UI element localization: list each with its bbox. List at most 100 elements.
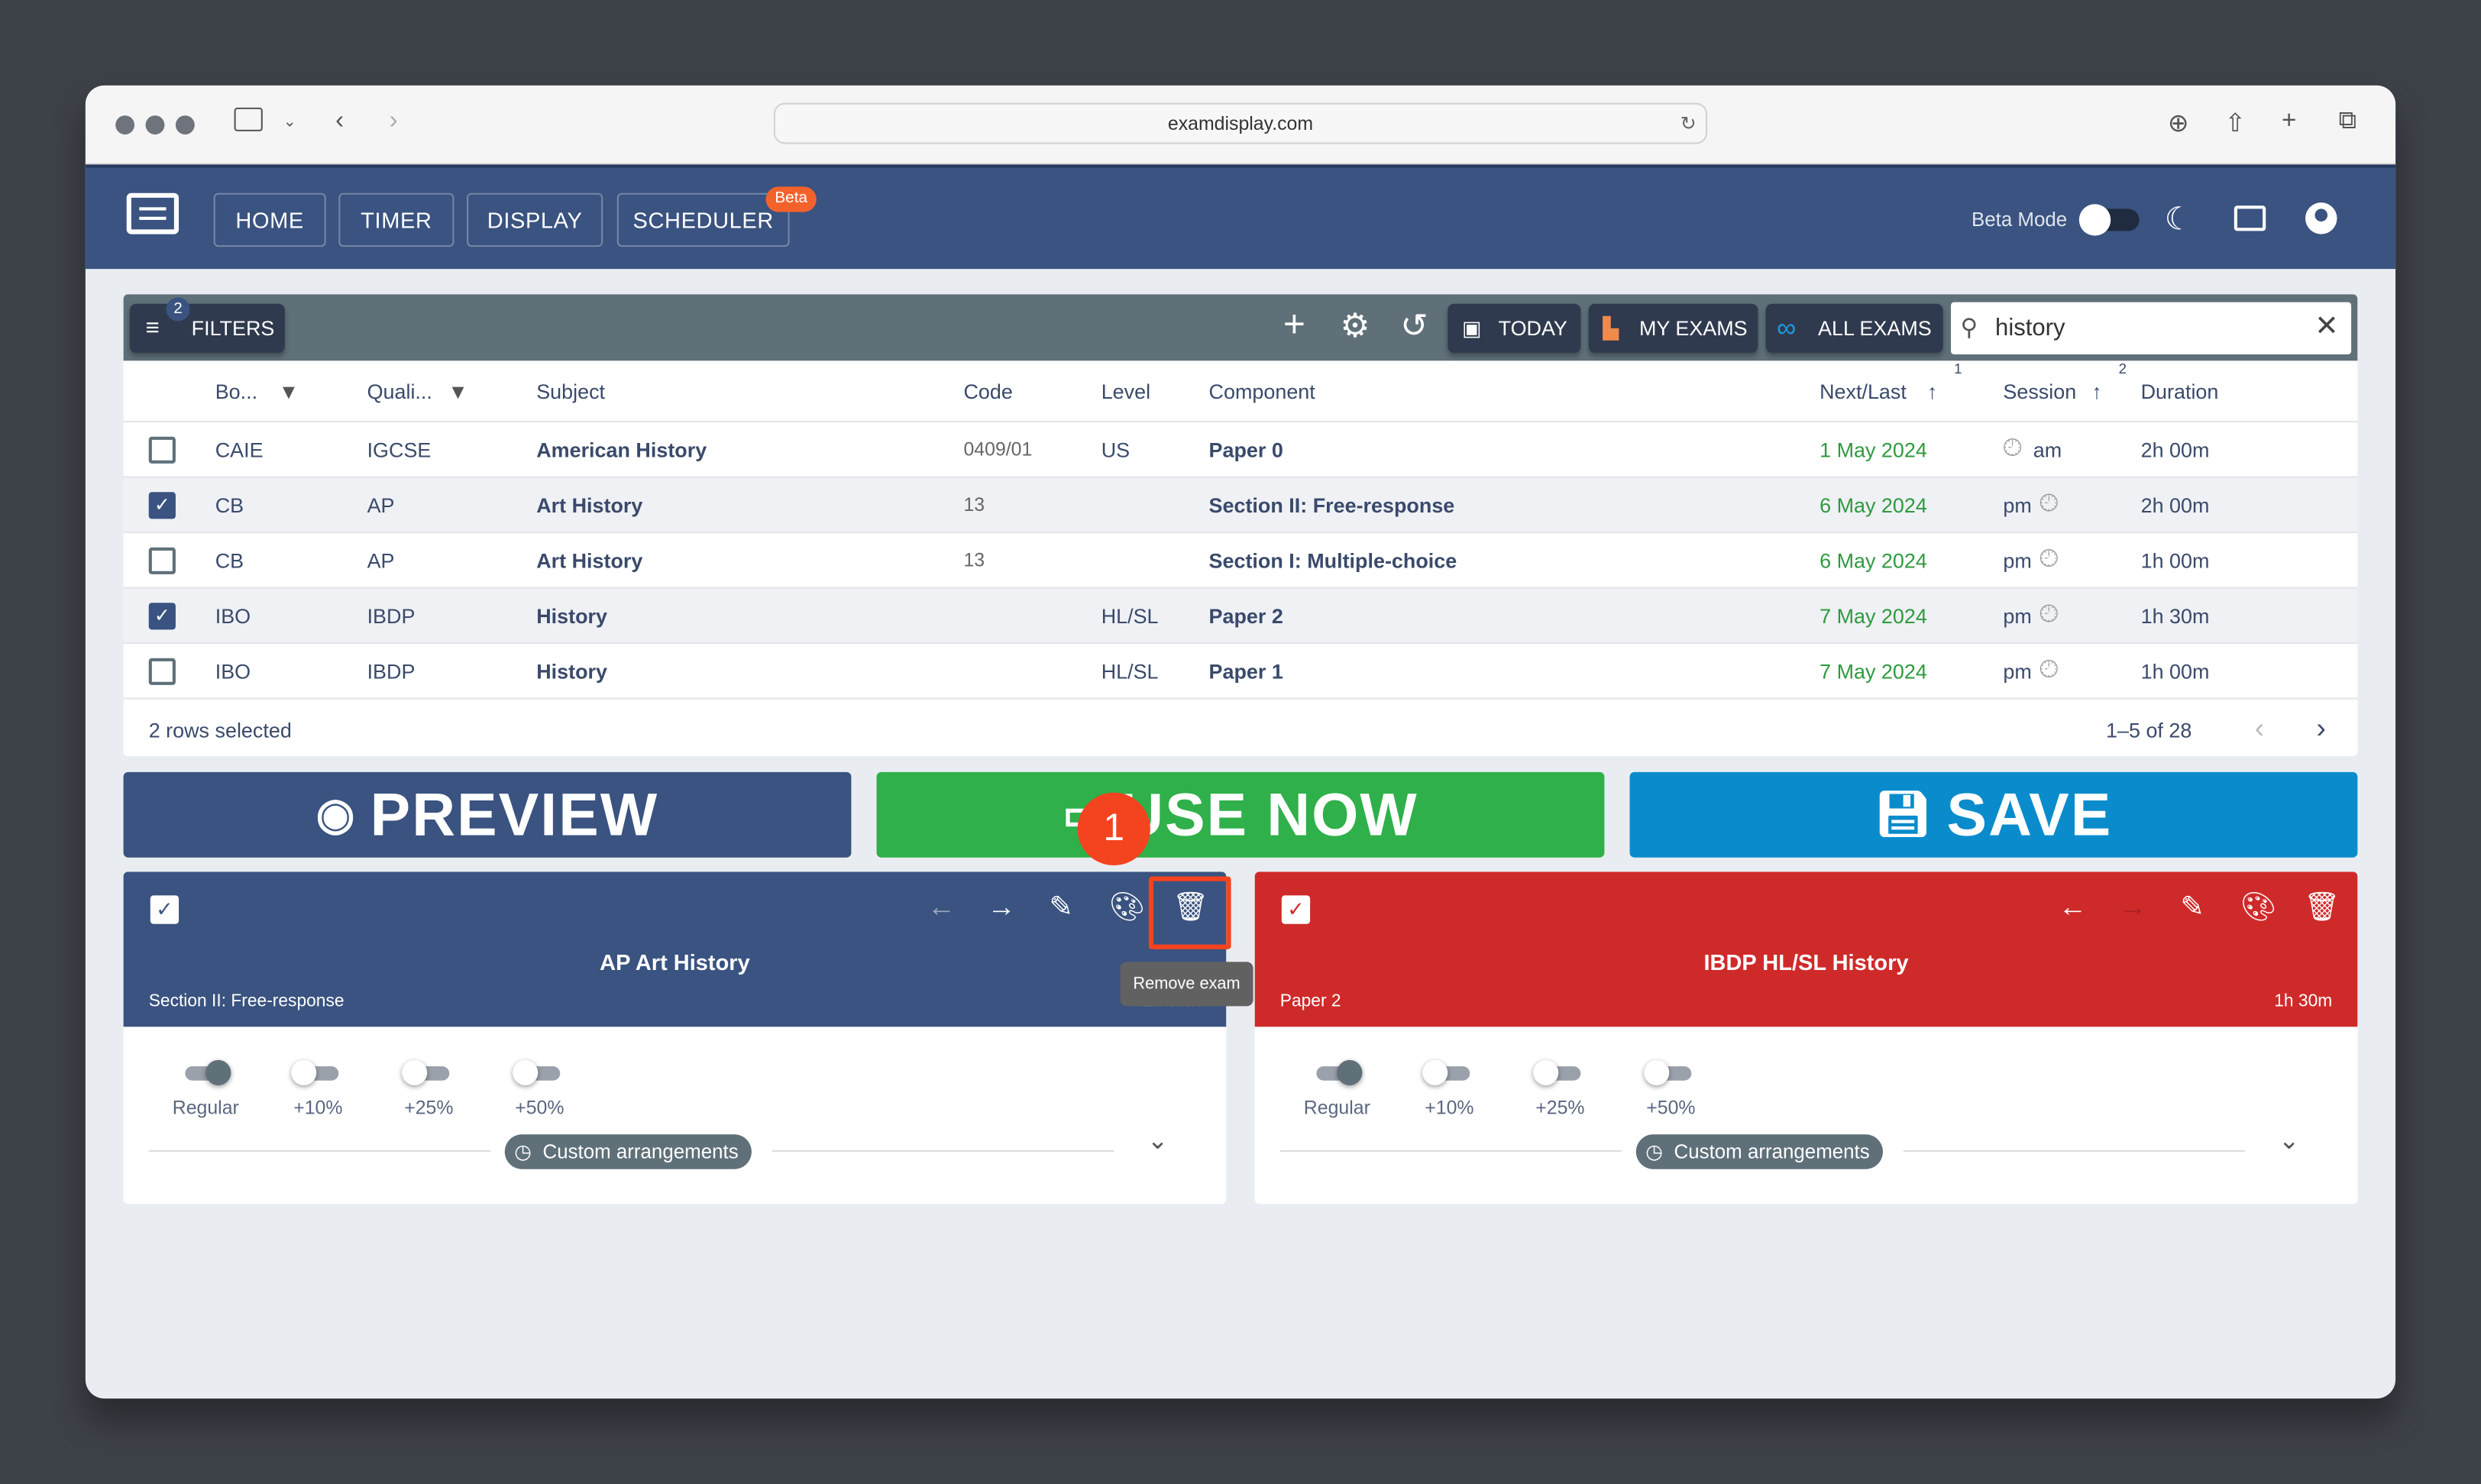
time-option-toggle[interactable] [185,1059,232,1085]
custom-arrangements-button[interactable]: ◷ Custom arrangements [1635,1134,1883,1169]
cell-session: pm [2003,548,2032,573]
nav-timer[interactable]: TIMER [338,192,454,247]
search-input[interactable]: ⚲ history ✕ [1951,302,2352,354]
filter-icon[interactable]: ▼ [279,380,299,403]
share-icon[interactable]: ⇧ [2224,108,2246,139]
time-option-toggle[interactable] [1533,1059,1583,1085]
sort-ascending-icon[interactable]: ↑ [1927,380,1937,403]
next-page-icon[interactable]: › [2317,712,2326,745]
nav-display[interactable]: DISPLAY [467,192,603,247]
column-board[interactable]: Bo... [215,380,257,403]
download-icon[interactable]: ⊕ [2168,108,2189,139]
beta-mode-label: Beta Mode [1971,209,2068,231]
expand-chevron-icon[interactable]: ⌄ [1147,1125,1169,1156]
new-tab-icon[interactable]: + [2282,108,2296,136]
back-icon[interactable]: ‹ [335,108,344,136]
palette-icon[interactable]: 🎨︎ [2240,891,2276,923]
time-option-label: +25% [404,1096,454,1119]
move-right-icon[interactable]: → [2119,891,2147,923]
time-option-toggle[interactable] [1644,1059,1694,1085]
trash-icon[interactable]: 🗑︎ [2304,891,2340,923]
expand-chevron-icon[interactable]: ⌄ [2279,1125,2300,1156]
exam-card-checkbox[interactable]: ✓ [150,895,180,924]
time-option-toggle[interactable] [513,1059,563,1085]
time-option-label: Regular [1303,1096,1370,1119]
gear-icon[interactable]: ⚙ [1340,307,1370,347]
filter-list-icon: ≡ [145,315,160,342]
time-option-toggle[interactable] [291,1059,341,1085]
minimize-window-button[interactable] [145,115,165,135]
sidebar-toggle-icon[interactable] [234,107,263,131]
forward-icon[interactable]: › [390,108,398,136]
time-option-toggle[interactable] [1316,1059,1363,1085]
close-window-button[interactable] [115,115,135,135]
cell-duration: 1h 30m [2140,604,2210,629]
move-left-icon[interactable]: ← [927,891,956,923]
exam-table-card: ≡ FILTERS 2 + ⚙ ↺ ▣ TODAY ▙ MY EXAMS ∞ ALL … [123,294,2358,757]
today-button[interactable]: ▣ TODAY [1448,303,1581,353]
time-option-label: +10% [293,1096,343,1119]
display-icon[interactable] [2234,205,2266,231]
table-row[interactable]: IBO IBDP History HL/SL Paper 1 7 May 2024 pm 🕘︎… [123,642,2358,697]
sort-ascending-icon[interactable]: ↑ [2091,380,2101,403]
column-duration[interactable]: Duration [2141,380,2219,403]
column-code[interactable]: Code [963,380,1012,403]
column-qualification[interactable]: Quali... [367,380,432,403]
account-icon[interactable] [2305,202,2337,234]
cell-code: 13 [963,548,985,571]
filter-icon[interactable]: ▼ [448,380,468,403]
row-checkbox[interactable] [148,547,176,574]
highlight-box [1148,876,1231,949]
cell-board: CB [215,493,244,518]
my-exams-button[interactable]: ▙ MY EXAMS [1588,303,1758,353]
all-exams-button[interactable]: ∞ ALL EXAMS [1765,303,1943,353]
chevron-down-icon[interactable]: ⌄ [283,114,296,131]
time-option-toggle[interactable] [1422,1059,1473,1085]
reset-icon[interactable]: ↺ [1400,307,1428,347]
add-icon[interactable]: + [1283,304,1305,348]
use-now-button[interactable]: ▭ USE NOW [876,771,1605,858]
nav-scheduler[interactable]: SCHEDULER [616,192,790,247]
table-row[interactable]: ✓ CB AP Art History 13 Section II: Free-respo… [123,476,2358,532]
filters-button[interactable]: ≡ FILTERS 2 [129,297,285,353]
cell-component: Paper 1 [1208,659,1283,684]
move-right-icon[interactable]: → [988,891,1016,923]
row-checkbox[interactable] [148,436,176,464]
cell-qualification: AP [367,493,395,518]
dark-mode-moon-icon[interactable]: ☾ [2165,199,2193,239]
column-next-last[interactable]: Next/Last [1820,380,1907,403]
address-bar[interactable]: examdisplay.com ↻ [773,102,1708,144]
divider [771,1149,1114,1152]
custom-arrangements-button[interactable]: ◷ Custom arrangements [504,1134,752,1169]
clear-search-icon[interactable]: ✕ [2314,310,2338,343]
sort-order: 2 [2118,360,2127,377]
exam-card-checkbox[interactable]: ✓ [1281,895,1311,924]
nav-home[interactable]: HOME [213,192,326,247]
palette-icon[interactable]: 🎨︎ [1109,891,1145,923]
column-subject[interactable]: Subject [536,380,605,403]
cell-date: 7 May 2024 [1820,659,1927,684]
tabs-overview-icon[interactable]: ⧉ [2339,108,2357,136]
beta-mode-toggle[interactable] [2078,204,2140,236]
reload-icon[interactable]: ↻ [1680,105,1697,143]
column-session[interactable]: Session [2003,380,2076,403]
save-button[interactable]: 💾︎ SAVE [1629,771,2358,858]
app-logo-icon[interactable] [126,192,180,234]
column-component[interactable]: Component [1209,380,1315,403]
row-checkbox[interactable]: ✓ [148,603,176,630]
edit-pencil-icon[interactable]: ✎ [1049,891,1072,923]
table-row[interactable]: CB AP Art History 13 Section I: Multiple-cho… [123,531,2358,587]
edit-pencil-icon[interactable]: ✎ [2180,891,2204,923]
row-checkbox[interactable] [148,658,176,685]
preview-button[interactable]: ◉ PREVIEW [123,771,852,858]
table-row[interactable]: CAIE IGCSE American History 0409/01 US Paper … [123,420,2358,476]
time-option-label: +50% [515,1096,564,1119]
column-level[interactable]: Level [1101,380,1150,403]
move-left-icon[interactable]: ← [2059,891,2087,923]
previous-page-icon[interactable]: ‹ [2255,712,2264,745]
time-option-toggle[interactable] [402,1059,452,1085]
maximize-window-button[interactable] [175,115,195,135]
row-checkbox[interactable]: ✓ [148,492,176,519]
cell-duration: 2h 00m [2140,493,2210,518]
table-row[interactable]: ✓ IBO IBDP History HL/SL Paper 2 7 May 2024 pm 🕘… [123,587,2358,642]
